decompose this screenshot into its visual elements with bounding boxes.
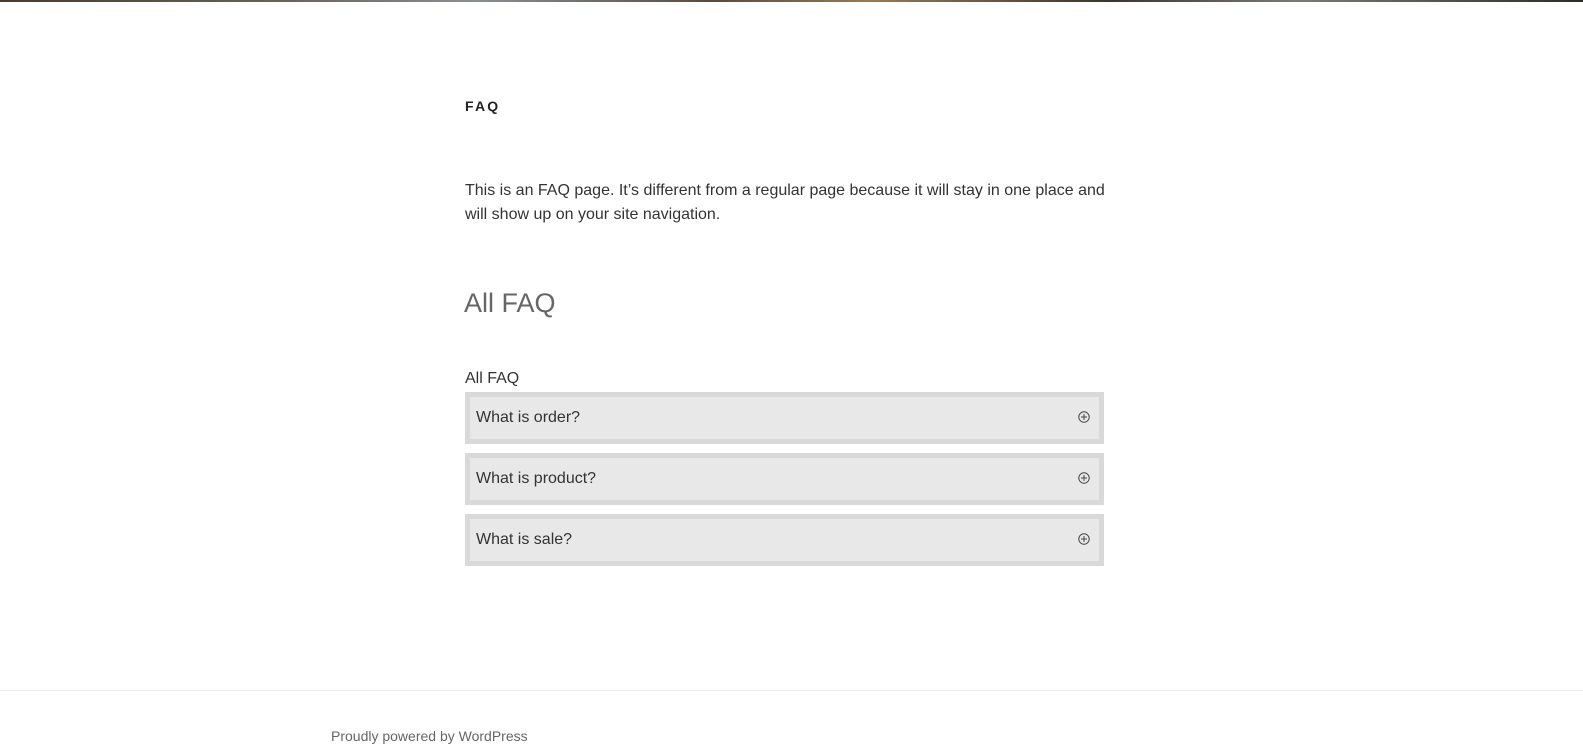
- footer-credit-link[interactable]: Proudly powered by WordPress: [331, 728, 528, 744]
- faq-item-product[interactable]: What is product?: [465, 453, 1104, 505]
- faq-item-sale[interactable]: What is sale?: [465, 514, 1104, 566]
- faq-item-order[interactable]: What is order?: [465, 392, 1104, 444]
- faq-question: What is product?: [476, 470, 597, 487]
- plus-circle-icon[interactable]: [1078, 472, 1090, 484]
- footer-divider: [0, 690, 1583, 691]
- faq-question: What is order?: [476, 409, 581, 426]
- page-title: FAQ: [465, 98, 501, 114]
- faq-section-heading: All FAQ: [464, 288, 556, 318]
- plus-circle-icon[interactable]: [1078, 533, 1090, 545]
- faq-group-label: All FAQ: [465, 370, 520, 387]
- plus-circle-icon[interactable]: [1078, 411, 1090, 423]
- faq-accordion: What is order? What is product? What is …: [465, 392, 1104, 575]
- header-image-strip: [0, 0, 1583, 2]
- faq-question: What is sale?: [476, 531, 573, 548]
- page-intro-text: This is an FAQ page. It’s different from…: [465, 182, 1105, 223]
